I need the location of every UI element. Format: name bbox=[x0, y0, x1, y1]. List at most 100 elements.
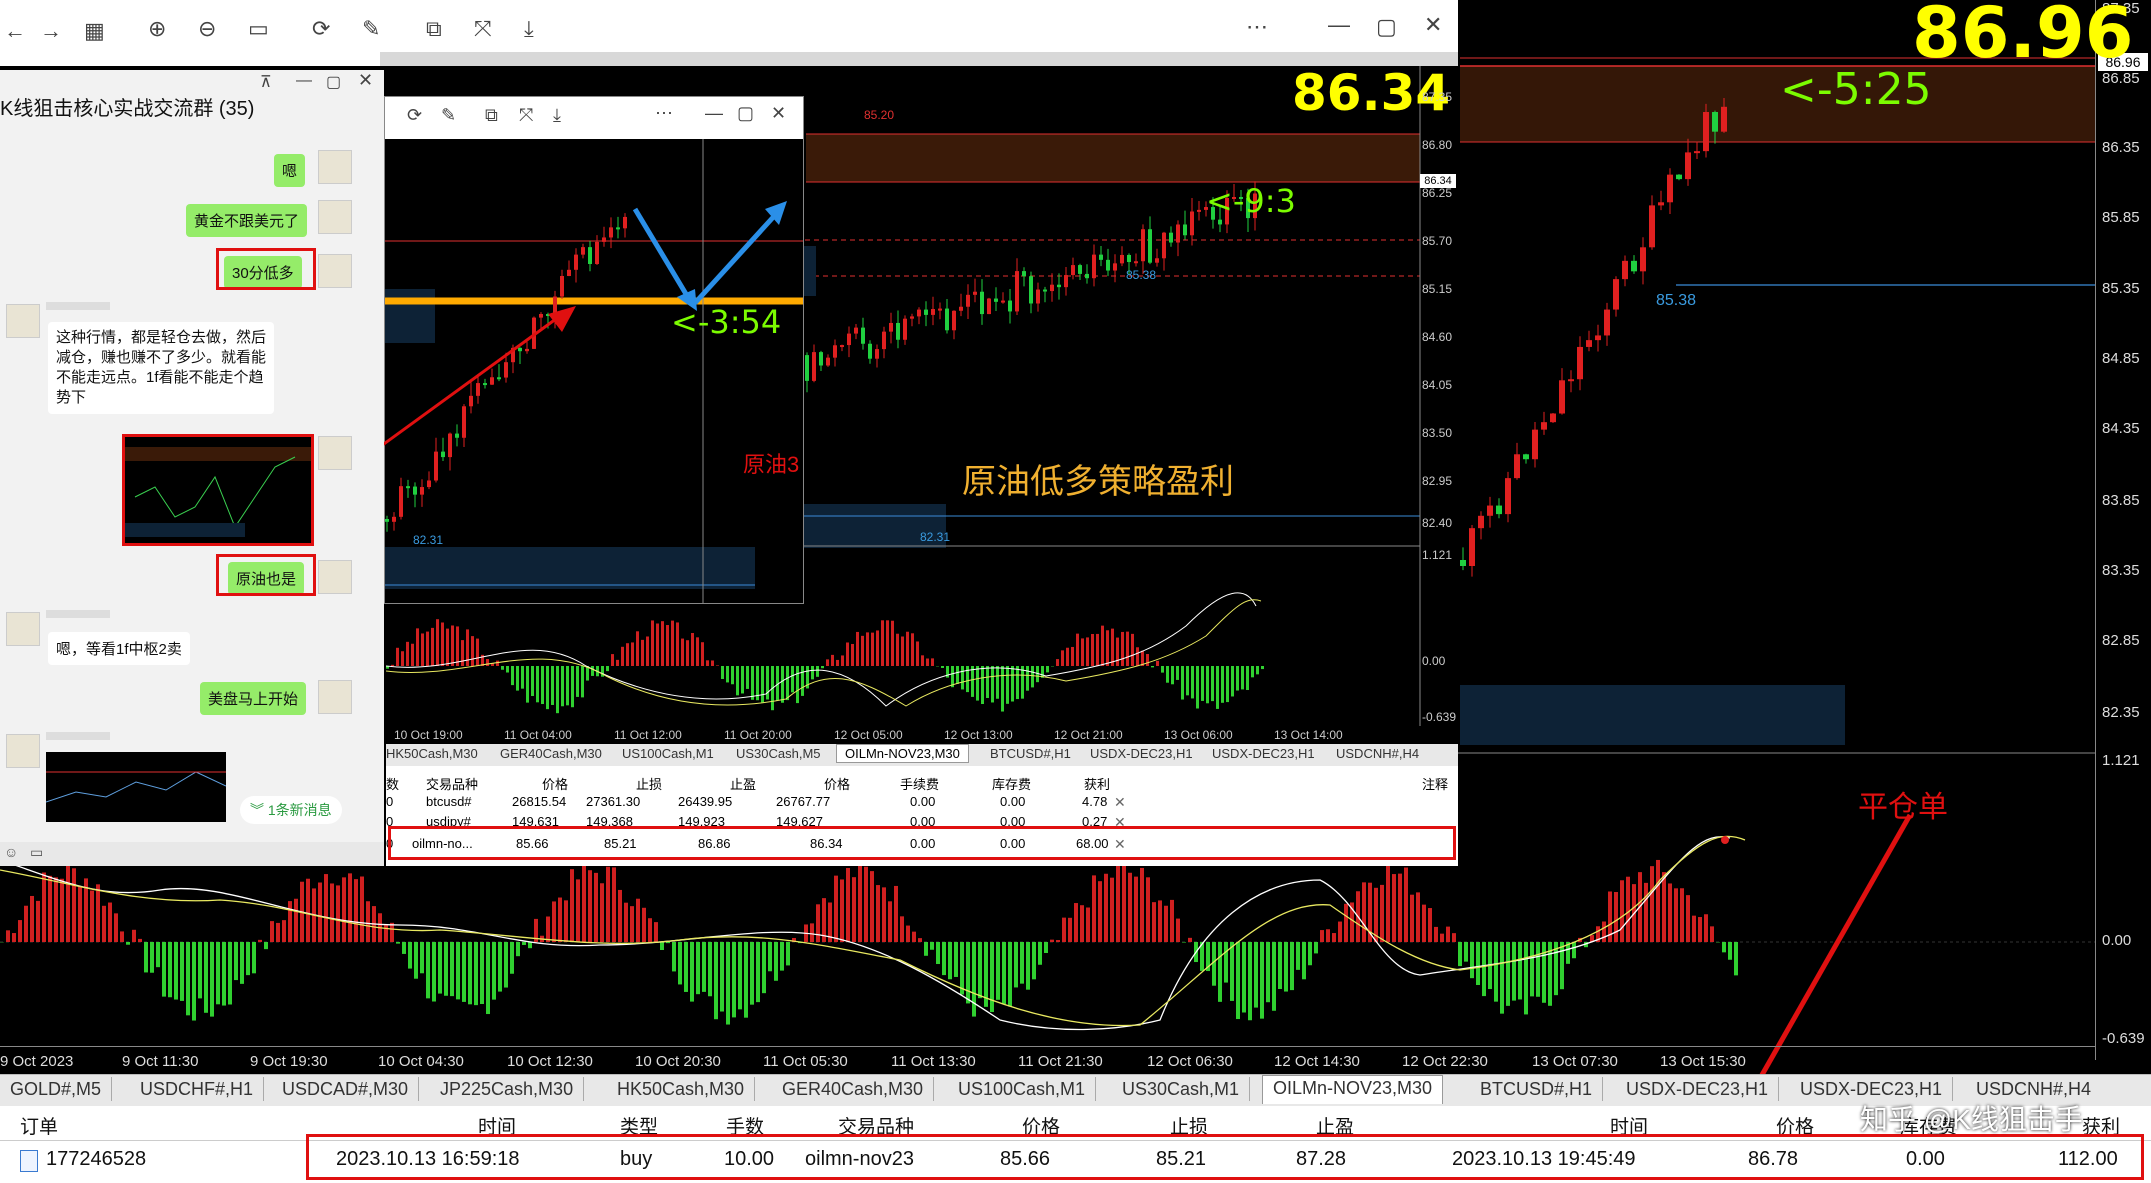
inner-col-header: 获利 bbox=[1084, 777, 1111, 792]
pin-icon[interactable]: ⊼ bbox=[260, 72, 272, 92]
maximize-icon[interactable]: ▢ bbox=[737, 103, 754, 124]
histogram-bar bbox=[1061, 650, 1064, 666]
extract-icon[interactable]: ⤧ bbox=[474, 16, 492, 42]
histogram-bar bbox=[891, 620, 894, 666]
maximize-icon[interactable]: ▢ bbox=[1376, 14, 1397, 40]
maximize-icon[interactable]: ▢ bbox=[326, 72, 341, 92]
download-icon[interactable]: ⤓ bbox=[553, 105, 561, 126]
chat-image[interactable] bbox=[45, 752, 227, 822]
inner-price-label: 82.40 bbox=[1422, 516, 1453, 530]
chart-tab[interactable]: US100Cash,M1 bbox=[948, 1077, 1097, 1101]
time-axis[interactable]: 9 Oct 2023 9 Oct 11:30 9 Oct 19:30 10 Oc… bbox=[0, 1046, 2095, 1075]
inner-chart-tab[interactable]: USDX-DEC23,H1 bbox=[1212, 746, 1315, 761]
chart-tab[interactable]: GOLD#,M5 bbox=[0, 1077, 113, 1101]
chart-tab[interactable]: GER40Cash,M30 bbox=[772, 1077, 935, 1101]
chart-tab[interactable]: US30Cash,M1 bbox=[1112, 1077, 1251, 1101]
histogram-bar bbox=[126, 942, 130, 945]
inner-time-axis[interactable]: 10 Oct 19:00 11 Oct 04:00 11 Oct 12:00 1… bbox=[386, 726, 1420, 744]
price-axis-label: 84.35 bbox=[2102, 420, 2140, 437]
histogram-bar bbox=[916, 641, 919, 666]
chat-message[interactable]: 美盘马上开始 bbox=[200, 682, 307, 715]
more-icon[interactable]: ⋯ bbox=[655, 103, 673, 124]
price-axis-label: 85.85 bbox=[2102, 209, 2140, 226]
trade-row[interactable]: 0 btcusd# 26815.54 27361.30 26439.95 267… bbox=[386, 794, 1286, 814]
histogram-bar bbox=[1626, 876, 1630, 942]
minimize-icon[interactable]: — bbox=[1328, 12, 1350, 38]
chat-message[interactable]: 嗯，等看1f中枢2卖 bbox=[48, 632, 190, 665]
inner-chart-tab-active[interactable]: OILMn-NOV23,M30 bbox=[836, 744, 969, 763]
chart-tab[interactable]: JP225Cash,M30 bbox=[430, 1077, 585, 1101]
avatar[interactable] bbox=[318, 150, 352, 184]
close-icon[interactable]: ✕ bbox=[358, 70, 373, 91]
download-icon[interactable]: ⤓ bbox=[524, 16, 534, 42]
window-toolbar: ← → ▦ ⊕ ⊖ ▭ ⟳ ✎ ⧉ ⤧ ⤓ ⋯ — ▢ ✕ bbox=[0, 0, 1458, 66]
minimize-icon[interactable]: — bbox=[705, 103, 723, 124]
avatar[interactable] bbox=[318, 680, 352, 714]
inner-price-axis[interactable]: 87.35 86.80 86.25 85.70 85.15 84.60 84.0… bbox=[1420, 66, 1458, 726]
avatar[interactable] bbox=[318, 200, 352, 234]
zoom-out-icon[interactable]: ⊖ bbox=[198, 16, 216, 42]
grid-icon[interactable]: ▦ bbox=[84, 18, 105, 44]
inner-chart-tab[interactable]: BTCUSD#,H1 bbox=[990, 746, 1071, 761]
histogram-bar bbox=[708, 942, 712, 997]
candle-body bbox=[1550, 413, 1556, 423]
price-axis[interactable]: 87.35 86.85 86.35 85.85 85.35 84.85 84.3… bbox=[2095, 0, 2151, 1060]
close-x-icon[interactable]: ✕ bbox=[1114, 794, 1126, 811]
ratio-icon[interactable]: ▭ bbox=[248, 16, 269, 42]
more-icon[interactable]: ⋯ bbox=[1246, 14, 1268, 40]
avatar[interactable] bbox=[6, 734, 40, 768]
chart-tab[interactable]: USDX-DEC23,H1 bbox=[1616, 1077, 1780, 1101]
chat-message[interactable]: 这种行情，都是轻仓去做，然后减仓，赚也赚不了多少。就看能不能走远点。1f看能不能… bbox=[48, 322, 274, 414]
inner-chart-tab[interactable]: US100Cash,M1 bbox=[622, 746, 714, 761]
forward-icon[interactable]: → bbox=[40, 18, 62, 44]
rotate-icon[interactable]: ⟳ bbox=[312, 16, 330, 42]
histogram-bar bbox=[1458, 942, 1462, 967]
zoom-in-icon[interactable]: ⊕ bbox=[148, 16, 166, 42]
chat-message[interactable]: 嗯 bbox=[274, 154, 306, 187]
histogram-bar bbox=[831, 654, 834, 666]
histogram-bar bbox=[1668, 883, 1672, 942]
histogram-bar bbox=[576, 666, 579, 697]
inner-chart-tab[interactable]: USDCNH#,H4 bbox=[1336, 746, 1419, 761]
avatar[interactable] bbox=[318, 254, 352, 288]
back-icon[interactable]: ← bbox=[4, 18, 26, 44]
inner-chart-tab[interactable]: USDX-DEC23,H1 bbox=[1090, 746, 1193, 761]
inner-chart-tab[interactable]: GER40Cash,M30 bbox=[500, 746, 602, 761]
chart-tab[interactable]: USDCHF#,H1 bbox=[130, 1077, 265, 1101]
histogram-bar bbox=[852, 877, 856, 942]
inner-chart-tab[interactable]: HK50Cash,M30 bbox=[386, 746, 478, 761]
chat-image-thumbnail[interactable] bbox=[122, 434, 314, 546]
edit-icon[interactable]: ✎ bbox=[362, 16, 380, 42]
time-axis-label: 12 Oct 06:30 bbox=[1147, 1053, 1233, 1070]
chart-tab-active[interactable]: OILMn-NOV23,M30 bbox=[1262, 1075, 1444, 1104]
candle-body bbox=[1127, 254, 1131, 263]
rotate-icon[interactable]: ⟳ bbox=[407, 105, 422, 126]
extract-icon[interactable]: ⤧ bbox=[519, 105, 533, 126]
candle-body bbox=[980, 291, 984, 315]
chat-panel[interactable]: K线狙击核心实战交流群 (35) ⊼ — ▢ ✕ 嗯 黄金不跟美元了 30分低多… bbox=[0, 70, 384, 866]
chart-tab[interactable]: HK50Cash,M30 bbox=[607, 1077, 756, 1101]
folder-icon[interactable]: ▭ bbox=[30, 844, 43, 861]
minimize-icon[interactable]: — bbox=[296, 72, 312, 90]
emoji-icon[interactable]: ☺ bbox=[4, 844, 18, 860]
bar-timer: <-5:25 bbox=[1780, 64, 1932, 115]
close-icon[interactable]: ✕ bbox=[771, 103, 786, 124]
translate-icon[interactable]: ⧉ bbox=[485, 105, 498, 126]
chart-tab[interactable]: BTCUSD#,H1 bbox=[1470, 1077, 1604, 1101]
histogram-bar bbox=[1152, 902, 1156, 942]
inner-chart-tab[interactable]: US30Cash,M5 bbox=[736, 746, 821, 761]
avatar[interactable] bbox=[6, 612, 40, 646]
edit-icon[interactable]: ✎ bbox=[441, 105, 456, 126]
column-header[interactable]: 订单 bbox=[20, 1112, 58, 1139]
avatar[interactable] bbox=[6, 304, 40, 338]
close-icon[interactable]: ✕ bbox=[1424, 12, 1442, 38]
chart-tab[interactable]: USDCAD#,M30 bbox=[272, 1077, 420, 1101]
new-message-badge[interactable]: ︾ 1条新消息 bbox=[240, 796, 342, 824]
translate-icon[interactable]: ⧉ bbox=[426, 16, 442, 42]
histogram-bar bbox=[851, 643, 854, 666]
histogram-bar bbox=[930, 942, 934, 950]
chat-message[interactable]: 黄金不跟美元了 bbox=[186, 204, 308, 237]
histogram-bar bbox=[406, 641, 409, 666]
avatar[interactable] bbox=[318, 560, 352, 594]
avatar[interactable] bbox=[318, 436, 352, 470]
